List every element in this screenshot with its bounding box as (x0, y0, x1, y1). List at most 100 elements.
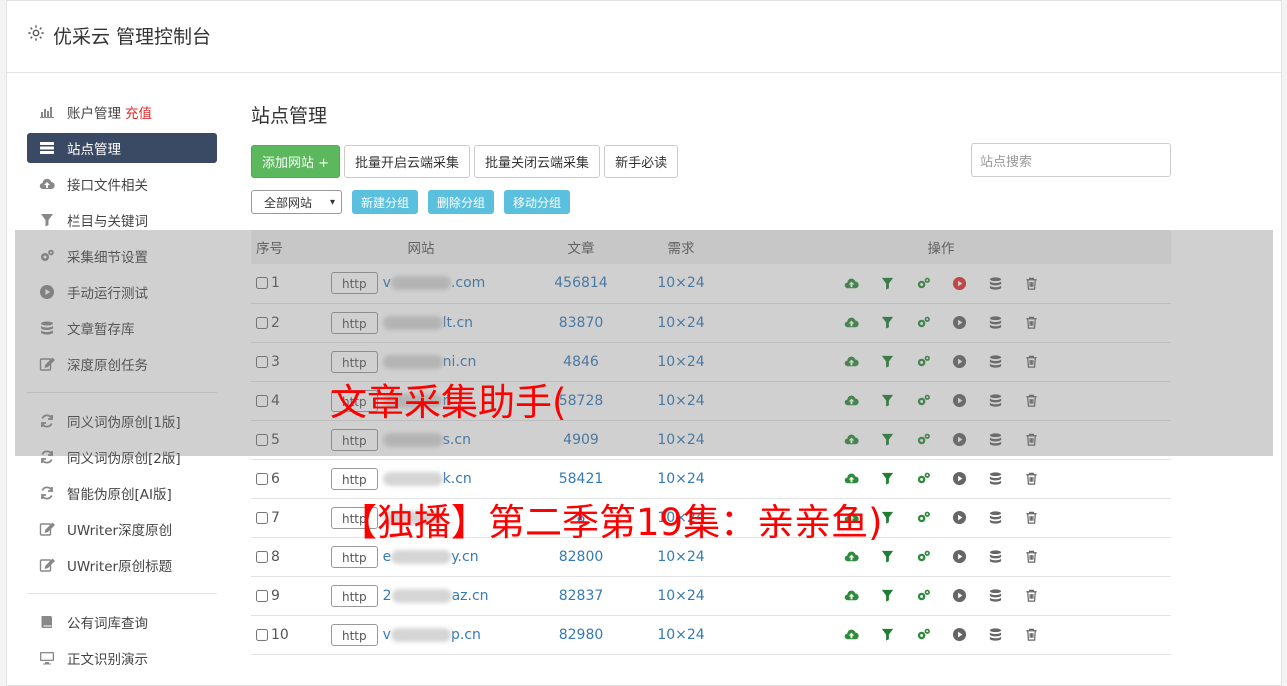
database-icon[interactable] (986, 509, 1004, 527)
database-icon[interactable] (986, 548, 1004, 566)
row-number-cell: 9 (251, 576, 331, 616)
protocol-badge: http (331, 545, 378, 568)
add-site-button[interactable]: 添加网站 + (251, 144, 341, 178)
monitor-icon (38, 649, 56, 667)
row-number: 10 (271, 626, 289, 643)
play-circle-icon[interactable] (950, 587, 968, 605)
row-checkbox[interactable] (256, 628, 268, 641)
sidebar-divider (27, 593, 217, 594)
filter-icon (38, 211, 56, 229)
gears-icon[interactable] (914, 509, 932, 527)
database-icon[interactable] (986, 626, 1004, 644)
site-domain-head[interactable]: v (383, 627, 391, 643)
ops-cell (711, 615, 1171, 655)
demand-value[interactable]: 10×24 (651, 615, 711, 655)
site-domain-head[interactable]: e (383, 549, 392, 565)
new-group-button[interactable]: 新建分组 (352, 190, 419, 214)
trash-icon[interactable] (1022, 626, 1040, 644)
redacted-domain (391, 588, 452, 603)
play-circle-icon[interactable] (950, 626, 968, 644)
caption-line-2: 【独播】第二季第19集：亲亲鱼) (340, 501, 883, 544)
filter-icon[interactable] (878, 626, 896, 644)
top-bar: 优采云 管理控制台 (7, 1, 1281, 73)
sidebar-tool-4[interactable]: UWriter原创标题 (27, 547, 217, 583)
trash-icon[interactable] (1022, 509, 1040, 527)
sidebar-extra-0[interactable]: 公有词库查询 (27, 604, 217, 640)
move-group-button[interactable]: 移动分组 (504, 190, 571, 214)
gears-icon[interactable] (914, 470, 932, 488)
redacted-domain (391, 549, 452, 564)
protocol-badge: http (331, 467, 378, 490)
page-title: 站点管理 (251, 105, 328, 127)
filter-icon[interactable] (878, 587, 896, 605)
database-icon[interactable] (986, 587, 1004, 605)
redacted-domain (390, 627, 451, 642)
cloud-upload-icon[interactable] (842, 470, 860, 488)
sidebar-item-1[interactable]: 站点管理 (27, 133, 217, 163)
sidebar-item-2[interactable]: 接口文件相关 (27, 166, 217, 202)
site-search-input[interactable]: 站点搜索 (971, 143, 1171, 177)
sidebar-extra-1[interactable]: 正文识别演示 (27, 640, 217, 676)
row-number-cell: 6 (251, 459, 331, 499)
article-count[interactable]: 82980 (511, 615, 651, 655)
group-toolbar: 全部网站 ▾ 新建分组 删除分组 移动分组 (251, 190, 1171, 214)
sidebar-item-label: UWriter深度原创 (67, 523, 173, 539)
sidebar-tool-3[interactable]: UWriter深度原创 (27, 511, 217, 547)
batch-open-cloud-button[interactable]: 批量开启云端采集 (344, 144, 471, 178)
row-checkbox[interactable] (256, 550, 268, 563)
video-overlay (15, 230, 1273, 456)
site-filter-value: 全部网站 (264, 195, 313, 210)
play-circle-icon[interactable] (950, 509, 968, 527)
gears-icon[interactable] (914, 548, 932, 566)
brand: 优采云 管理控制台 (27, 22, 211, 49)
article-count[interactable]: 82837 (511, 576, 651, 616)
row-checkbox[interactable] (256, 589, 268, 602)
database-icon[interactable] (986, 470, 1004, 488)
cloud-upload-icon (38, 175, 56, 193)
trash-icon[interactable] (1022, 470, 1040, 488)
protocol-badge: http (331, 584, 378, 607)
protocol-badge: http (331, 623, 378, 646)
sidebar-tool-2[interactable]: 智能伪原创[AI版] (27, 475, 217, 511)
batch-close-cloud-button[interactable]: 批量关闭云端采集 (474, 144, 601, 178)
beginner-guide-button[interactable]: 新手必读 (604, 144, 679, 178)
sidebar-item-label: 接口文件相关 (67, 178, 148, 194)
delete-group-button[interactable]: 删除分组 (428, 190, 495, 214)
table-row: 9 http 2 az.cn 82837 10×24 (251, 576, 1171, 616)
row-checkbox[interactable] (256, 511, 268, 524)
site-domain-tail[interactable]: p.cn (451, 627, 481, 643)
site-filter-select[interactable]: 全部网站 ▾ (251, 190, 342, 214)
cloud-upload-icon[interactable] (842, 626, 860, 644)
server-icon (38, 139, 56, 157)
gears-icon[interactable] (914, 626, 932, 644)
trash-icon[interactable] (1022, 548, 1040, 566)
trash-icon[interactable] (1022, 587, 1040, 605)
row-number: 8 (271, 548, 280, 565)
app-title: 优采云 管理控制台 (53, 26, 212, 48)
sidebar-item-0[interactable]: 账户管理 充值 (27, 94, 217, 130)
row-number-cell: 10 (251, 615, 331, 655)
recharge-link[interactable]: 充值 (125, 102, 152, 122)
sidebar-item-label: 账户管理 (67, 106, 121, 122)
site-domain-tail[interactable]: y.cn (451, 549, 478, 565)
redacted-domain (382, 471, 443, 486)
edit-icon (38, 556, 56, 574)
site-domain-tail[interactable]: k.cn (443, 471, 472, 487)
bar-chart-icon (38, 103, 56, 121)
refresh-icon (38, 484, 56, 502)
site-domain-tail[interactable]: az.cn (452, 588, 489, 604)
cloud-upload-icon[interactable] (842, 548, 860, 566)
row-number: 6 (271, 470, 280, 487)
chevron-down-icon: ▾ (329, 196, 335, 208)
filter-icon[interactable] (878, 548, 896, 566)
sidebar-item-label: 正文识别演示 (67, 652, 148, 668)
play-circle-icon[interactable] (950, 548, 968, 566)
demand-value[interactable]: 10×24 (651, 576, 711, 616)
play-circle-icon[interactable] (950, 470, 968, 488)
sidebar-item-label: 站点管理 (67, 142, 121, 158)
filter-icon[interactable] (878, 470, 896, 488)
row-checkbox[interactable] (256, 472, 268, 485)
gears-icon[interactable] (914, 587, 932, 605)
site-domain-head[interactable]: 2 (383, 588, 392, 604)
cloud-upload-icon[interactable] (842, 587, 860, 605)
